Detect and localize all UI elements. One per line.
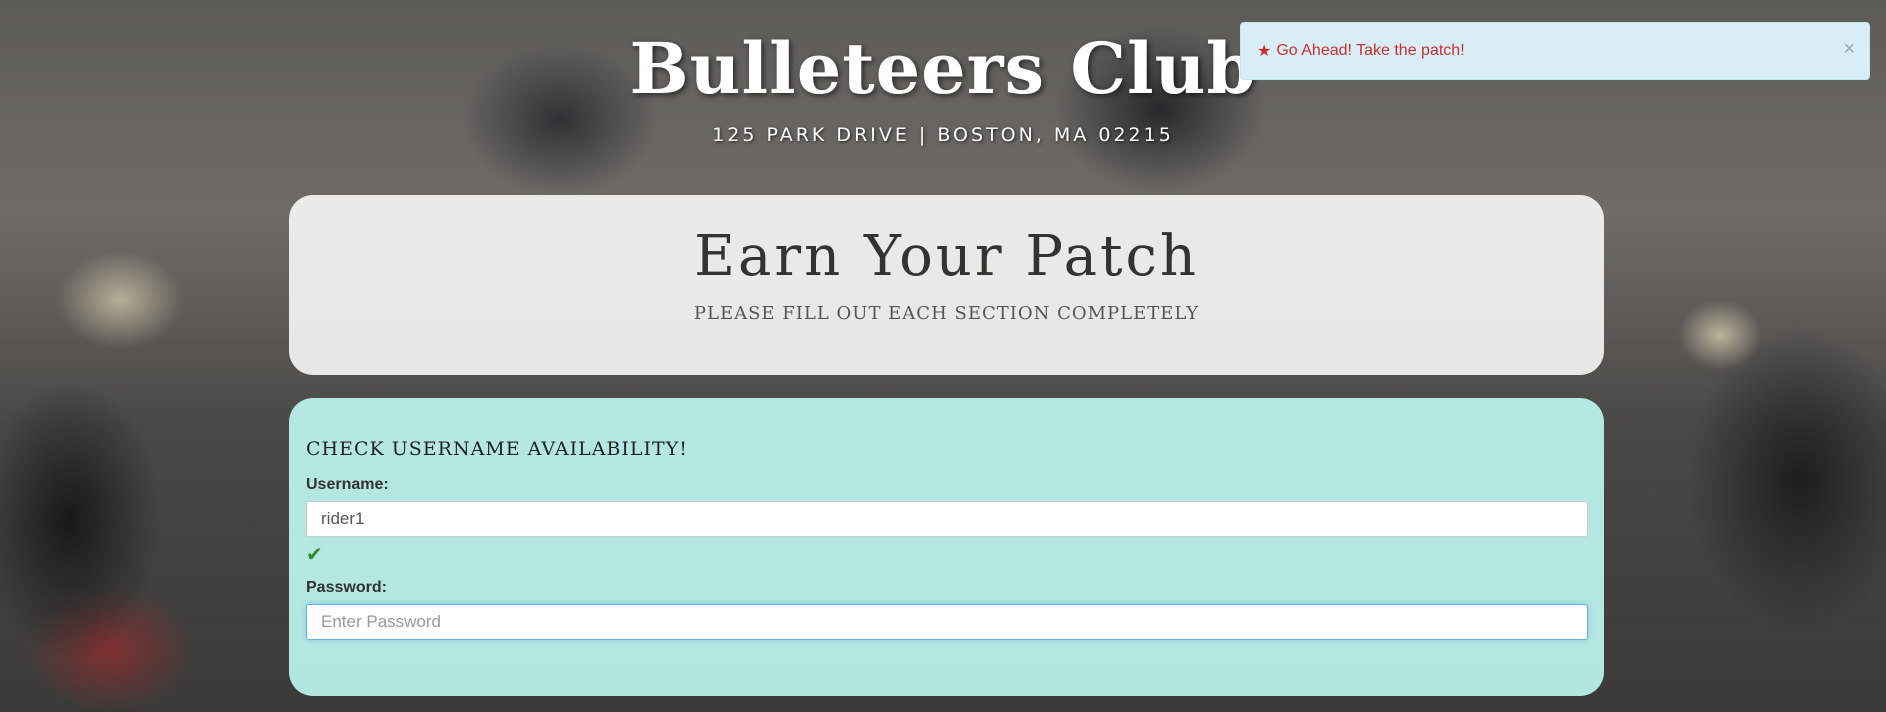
checkmark-icon: ✔ bbox=[306, 542, 323, 566]
site-address: 125 PARK DRIVE | BOSTON, MA 02215 bbox=[712, 124, 1174, 146]
username-input[interactable] bbox=[306, 501, 1588, 537]
page-title: Earn Your Patch bbox=[694, 224, 1199, 289]
star-icon: ★ bbox=[1257, 43, 1272, 60]
username-label: Username: bbox=[306, 476, 389, 493]
alert-message: Go Ahead! Take the patch! bbox=[1276, 42, 1465, 59]
alert-banner: ★ Go Ahead! Take the patch! × bbox=[1240, 22, 1870, 80]
page-subtitle: PLEASE FILL OUT EACH SECTION COMPLETELY bbox=[693, 303, 1200, 324]
section-title: CHECK USERNAME AVAILABILITY! bbox=[306, 438, 688, 460]
close-icon[interactable]: × bbox=[1843, 39, 1855, 59]
username-form-panel: CHECK USERNAME AVAILABILITY! Username: ✔… bbox=[289, 398, 1604, 696]
password-label: Password: bbox=[306, 579, 387, 596]
password-input[interactable] bbox=[306, 604, 1588, 640]
intro-panel: Earn Your Patch PLEASE FILL OUT EACH SEC… bbox=[289, 195, 1604, 375]
